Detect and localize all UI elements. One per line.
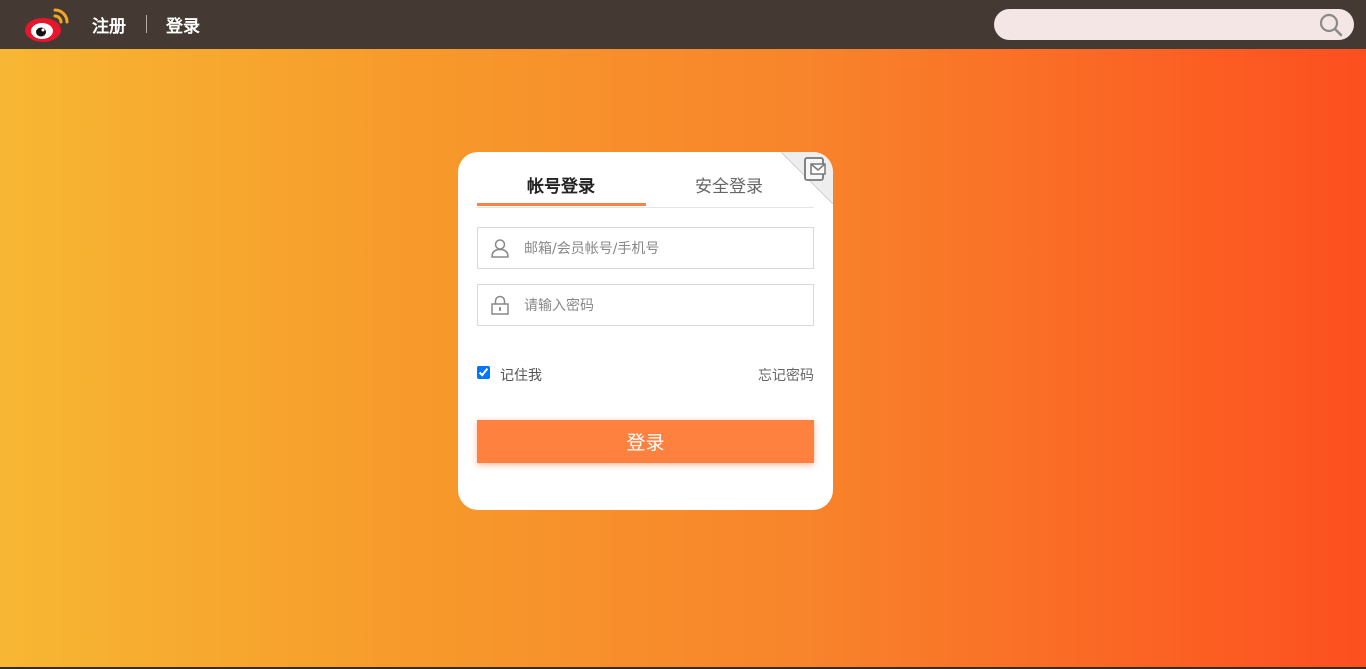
username-field[interactable] bbox=[477, 227, 814, 269]
login-button[interactable]: 登录 bbox=[477, 420, 814, 463]
username-input[interactable] bbox=[522, 237, 806, 261]
password-input[interactable] bbox=[522, 294, 806, 318]
tab-account-login[interactable]: 帐号登录 bbox=[477, 172, 645, 197]
password-field[interactable] bbox=[477, 284, 814, 326]
top-bar: 注册 登录 bbox=[0, 0, 1366, 49]
active-tab-indicator bbox=[477, 203, 646, 206]
nav-separator bbox=[146, 15, 147, 33]
forgot-password-link[interactable]: 忘记密码 bbox=[758, 365, 814, 385]
search-icon[interactable] bbox=[1318, 13, 1344, 37]
search-input[interactable] bbox=[1008, 14, 1308, 36]
login-tabs: 帐号登录 安全登录 bbox=[477, 152, 814, 208]
weibo-logo-icon[interactable] bbox=[24, 6, 70, 44]
search-box bbox=[994, 9, 1354, 40]
register-link[interactable]: 注册 bbox=[92, 12, 126, 37]
remember-me-checkbox[interactable] bbox=[477, 366, 490, 379]
user-icon bbox=[491, 239, 509, 258]
login-link[interactable]: 登录 bbox=[166, 12, 200, 37]
login-card: 帐号登录 安全登录 记住我 忘记密码 登录 bbox=[458, 152, 833, 510]
lock-icon bbox=[491, 295, 509, 315]
page-background: 注册 登录 帐号登录 安全登录 邮箱/会员帐号/手机号 记住我 忘记密码 登录 bbox=[0, 0, 1366, 669]
remember-me-label[interactable]: 记住我 bbox=[500, 365, 542, 385]
tab-secure-login[interactable]: 安全登录 bbox=[645, 172, 813, 197]
